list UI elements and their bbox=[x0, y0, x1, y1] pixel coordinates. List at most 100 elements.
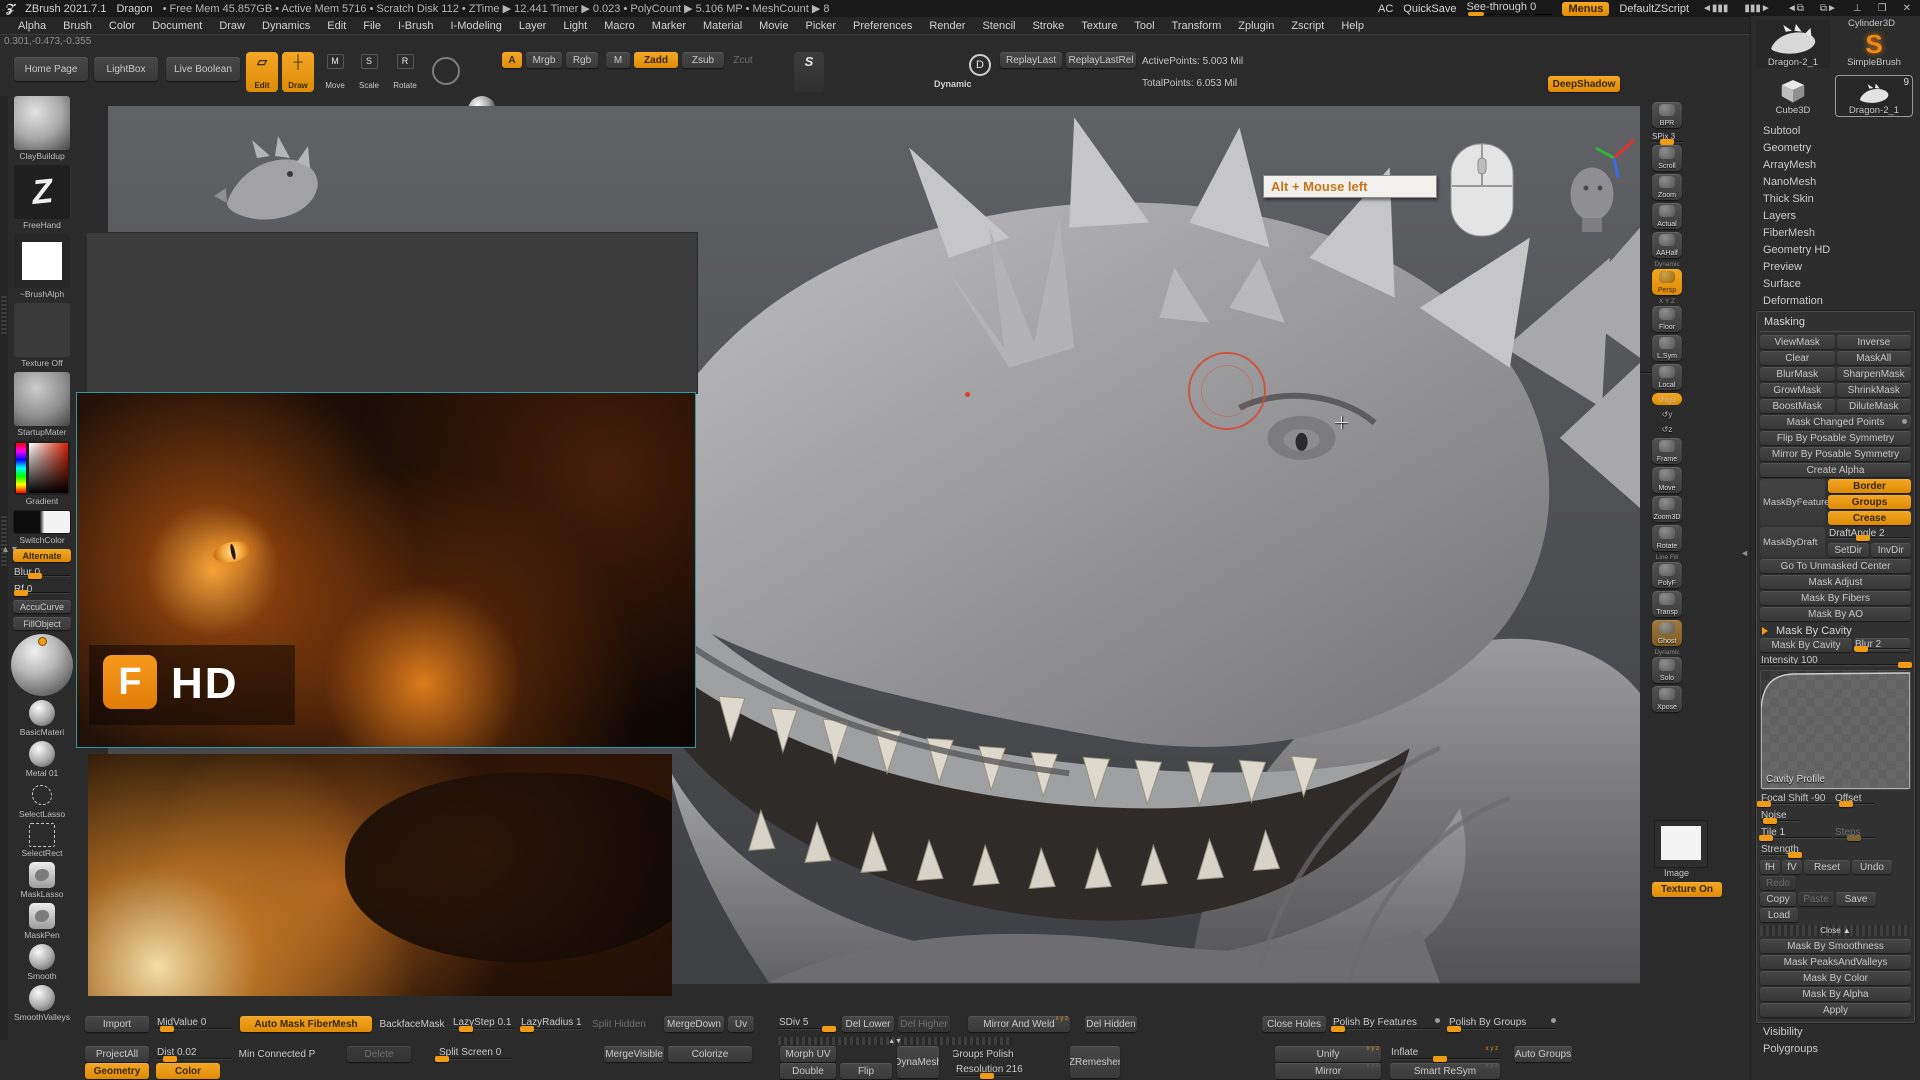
blur-slider[interactable]: Blur 0 bbox=[13, 566, 71, 579]
lsym-button[interactable]: L.Sym bbox=[1650, 335, 1684, 361]
rotate-xyz-button[interactable]: ↺xyz bbox=[1650, 393, 1684, 405]
ac-button[interactable]: AC bbox=[1378, 3, 1393, 15]
polyframe-button[interactable]: Line FillPolyF bbox=[1650, 554, 1684, 588]
replay-last-rel-button[interactable]: ReplayLastRel bbox=[1066, 52, 1136, 68]
zremesher-button[interactable]: ZRemesher bbox=[1070, 1046, 1120, 1078]
redo[interactable]: Redo bbox=[1760, 876, 1796, 890]
reference-image-smaug[interactable]: F HD bbox=[76, 392, 696, 748]
stroke-freehand[interactable]: FreeHand bbox=[14, 165, 70, 230]
rotate-button[interactable]: RRotate bbox=[388, 52, 422, 92]
intensity-slider[interactable]: Intensity 100 bbox=[1760, 654, 1911, 668]
alpha-brushalpha[interactable]: ~BrushAlph bbox=[14, 234, 70, 299]
close-icon[interactable]: ✕ bbox=[1900, 3, 1914, 14]
maskall[interactable]: MaskAll bbox=[1837, 351, 1912, 365]
noise-slider[interactable]: Noise bbox=[1760, 809, 1800, 824]
material[interactable]: Material bbox=[703, 20, 742, 32]
mask-by-alpha[interactable]: Mask By Alpha bbox=[1760, 987, 1911, 1001]
dynamics[interactable]: Dynamics bbox=[262, 20, 310, 32]
zoom3d-button[interactable]: Zoom3D bbox=[1650, 496, 1684, 522]
mergedown-button[interactable]: MergeDown bbox=[664, 1016, 724, 1032]
dilutemask[interactable]: DiluteMask bbox=[1837, 399, 1912, 413]
alternate-button[interactable]: Alternate bbox=[13, 549, 71, 562]
mask-by-smoothness[interactable]: Mask By Smoothness bbox=[1760, 939, 1911, 953]
deformation[interactable]: Deformation bbox=[1756, 292, 1915, 309]
tool-thumb-simplebrush[interactable]: S SimpleBrush bbox=[1836, 30, 1912, 68]
select-lasso[interactable]: SelectLasso bbox=[19, 782, 65, 819]
floor-button[interactable]: X Y ZFloor bbox=[1650, 298, 1684, 332]
tool[interactable]: Tool bbox=[1134, 20, 1154, 32]
i-modeling[interactable]: I-Modeling bbox=[450, 20, 501, 32]
layers[interactable]: Layers bbox=[1756, 207, 1915, 224]
lazystep-slider[interactable]: LazyStep 0.1 bbox=[452, 1016, 514, 1032]
zscript[interactable]: Zscript bbox=[1291, 20, 1324, 32]
create-alpha[interactable]: Create Alpha bbox=[1760, 463, 1911, 477]
stroke[interactable]: Stroke bbox=[1032, 20, 1064, 32]
color[interactable]: Color bbox=[109, 20, 135, 32]
mergevisible-button[interactable]: MergeVisible bbox=[604, 1046, 664, 1062]
palette-dock-left-icon[interactable]: ◄⧉ bbox=[1784, 3, 1807, 14]
masking-header[interactable]: Masking bbox=[1760, 315, 1911, 332]
color-picker-gradient[interactable]: Gradient bbox=[14, 441, 70, 506]
backfacemask-button[interactable]: BackfaceMask bbox=[376, 1016, 448, 1032]
sdiv-slider[interactable]: SDiv 5 bbox=[778, 1016, 838, 1032]
rotate-3d-button[interactable]: Rotate bbox=[1650, 525, 1684, 551]
texture[interactable]: Texture bbox=[1081, 20, 1117, 32]
mask-pen[interactable]: MaskPen bbox=[24, 903, 59, 940]
replay-last-button[interactable]: ReplayLast bbox=[1000, 52, 1062, 68]
zsub-button[interactable]: Zsub bbox=[682, 52, 724, 68]
mask-by-color[interactable]: Mask By Color bbox=[1760, 971, 1911, 985]
shelf-scroll-left-icon[interactable]: ◄▮▮▮ bbox=[1699, 3, 1731, 14]
flip-by-posable-symmetry[interactable]: Flip By Posable Symmetry bbox=[1760, 431, 1911, 445]
home-page-button[interactable]: Home Page bbox=[14, 57, 88, 81]
steps-slider[interactable]: Steps bbox=[1834, 826, 1874, 841]
mask-by-fibers[interactable]: Mask By Fibers bbox=[1760, 591, 1911, 605]
reference-panel[interactable] bbox=[86, 232, 698, 394]
m-button[interactable]: M bbox=[606, 52, 630, 68]
reference-image-dragon-2[interactable] bbox=[88, 754, 672, 996]
tool-thumb-cylinder3d[interactable]: Cylinder3D bbox=[1848, 18, 1895, 29]
sharpenmask[interactable]: SharpenMask bbox=[1837, 367, 1912, 381]
draftangle-slider[interactable]: DraftAngle 2 bbox=[1828, 527, 1911, 541]
geometry-button[interactable]: Geometry bbox=[85, 1063, 149, 1079]
i-brush[interactable]: I-Brush bbox=[398, 20, 433, 32]
mask-changed-points[interactable]: Mask Changed Points bbox=[1760, 415, 1911, 429]
picker[interactable]: Picker bbox=[805, 20, 836, 32]
mask-peaksandvalleys[interactable]: Mask PeaksAndValleys bbox=[1760, 955, 1911, 969]
select-rect[interactable]: SelectRect bbox=[21, 823, 62, 858]
groups-button[interactable]: Groups bbox=[953, 1046, 983, 1062]
rf-slider[interactable]: Rf 0 bbox=[13, 583, 71, 596]
copy[interactable]: Copy bbox=[1760, 892, 1796, 906]
arraymesh[interactable]: ArrayMesh bbox=[1756, 156, 1915, 173]
spix-slider[interactable]: SPix 3 bbox=[1651, 131, 1683, 145]
del-lower-button[interactable]: Del Lower bbox=[842, 1016, 894, 1032]
inflate-slider[interactable]: Inflate bbox=[1390, 1046, 1500, 1062]
ghost-button[interactable]: Ghost bbox=[1650, 620, 1684, 646]
switchcolor[interactable]: SwitchColor bbox=[13, 510, 71, 545]
panel-divider-arrow[interactable]: ◄ bbox=[1740, 548, 1749, 558]
midvalue-slider[interactable]: MidValue 0 bbox=[156, 1016, 232, 1032]
polygroups[interactable]: Polygroups bbox=[1756, 1040, 1915, 1057]
mask-by-cavity[interactable]: Mask By Cavity bbox=[1760, 638, 1852, 652]
delete-button[interactable]: Delete bbox=[347, 1046, 411, 1062]
growmask[interactable]: GrowMask bbox=[1760, 383, 1835, 397]
smart-resym-button[interactable]: Smart ReSym bbox=[1390, 1063, 1500, 1079]
dynamic-draw-size-icon[interactable]: D bbox=[966, 52, 994, 92]
subtool[interactable]: Subtool bbox=[1756, 122, 1915, 139]
mask-by-cavity-header[interactable]: Mask By Cavity bbox=[1760, 623, 1911, 638]
dynamesh-button[interactable]: DynaMesh bbox=[897, 1046, 939, 1078]
sdiv-divider[interactable]: ▲▼ bbox=[778, 1037, 1012, 1045]
groups[interactable]: Groups bbox=[1828, 495, 1911, 509]
fibermesh[interactable]: FiberMesh bbox=[1756, 224, 1915, 241]
shelf-scroll-right-icon[interactable]: ▮▮▮► bbox=[1741, 3, 1773, 14]
undo[interactable]: Undo bbox=[1852, 860, 1892, 874]
visibility[interactable]: Visibility bbox=[1756, 1023, 1915, 1040]
polish-by-features-slider[interactable]: Polish By Features bbox=[1332, 1016, 1440, 1032]
lazyradius-slider[interactable]: LazyRadius 1 bbox=[520, 1016, 582, 1032]
live-boolean-button[interactable]: Live Boolean bbox=[166, 57, 240, 81]
preferences[interactable]: Preferences bbox=[853, 20, 912, 32]
split-screen-slider[interactable]: Split Screen 0 bbox=[438, 1046, 512, 1062]
draw[interactable]: Draw bbox=[219, 20, 245, 32]
del-higher-button[interactable]: Del Higher bbox=[898, 1016, 950, 1032]
split-hidden-button[interactable]: Split Hidden bbox=[588, 1016, 650, 1032]
paste[interactable]: Paste bbox=[1798, 892, 1834, 906]
